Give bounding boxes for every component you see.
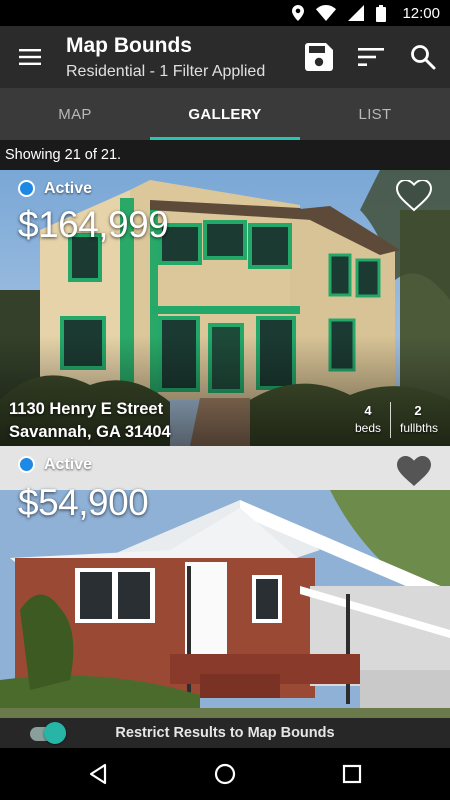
save-button[interactable] [302, 40, 336, 74]
listing-photo [0, 490, 450, 718]
home-button[interactable] [213, 762, 237, 786]
map-bounds-bar: Restrict Results to Map Bounds [0, 718, 450, 748]
address-line-2: Savannah, GA 31404 [9, 423, 171, 441]
recents-icon [342, 764, 362, 784]
tab-bar: MAP GALLERY LIST [0, 88, 450, 140]
listing-photo-container [0, 490, 450, 718]
wifi-icon [316, 5, 337, 21]
sort-icon [358, 48, 384, 66]
battery-icon [376, 4, 387, 22]
system-nav-bar [0, 748, 450, 800]
status-time: 12:00 [402, 4, 440, 22]
search-button[interactable] [406, 40, 440, 74]
status-indicator [18, 180, 35, 197]
status-indicator [18, 456, 35, 473]
menu-icon [19, 49, 41, 65]
listing-price: $54,900 [18, 482, 149, 523]
listing-card[interactable]: Active $164,999 1130 Henry E Street Sava… [0, 170, 450, 446]
address-line-1: 1130 Henry E Street [9, 400, 164, 418]
location-icon [292, 5, 305, 21]
menu-button[interactable] [14, 43, 46, 71]
favorite-heart-icon[interactable] [396, 456, 432, 488]
listing-price: $164,999 [18, 204, 169, 245]
result-count: Showing 21 of 21. [0, 140, 450, 170]
tab-list[interactable]: LIST [300, 88, 450, 140]
status-label: Active [44, 456, 93, 473]
beds-label: beds [354, 421, 382, 435]
sort-button[interactable] [354, 40, 388, 74]
status-bar: 12:00 [0, 0, 450, 26]
stat-divider [390, 402, 391, 438]
page-subtitle: Residential - 1 Filter Applied [66, 63, 266, 80]
baths-label: fullbths [399, 421, 439, 435]
baths-count: 2 [414, 403, 422, 418]
tab-gallery[interactable]: GALLERY [150, 88, 300, 140]
tab-map[interactable]: MAP [0, 88, 150, 140]
app-bar: Map Bounds Residential - 1 Filter Applie… [0, 26, 450, 88]
status-label: Active [44, 180, 93, 197]
beds-count: 4 [364, 403, 372, 418]
map-bounds-label: Restrict Results to Map Bounds [115, 725, 335, 741]
search-icon [411, 45, 436, 70]
home-icon [214, 763, 236, 785]
signal-icon [348, 5, 365, 21]
favorite-heart-icon[interactable] [396, 180, 432, 212]
back-icon [89, 763, 107, 785]
recents-button[interactable] [340, 762, 364, 786]
back-button[interactable] [86, 762, 110, 786]
listing-card[interactable]: Active $54,900 [0, 446, 450, 718]
page-title: Map Bounds [66, 34, 192, 57]
save-icon [305, 43, 333, 71]
